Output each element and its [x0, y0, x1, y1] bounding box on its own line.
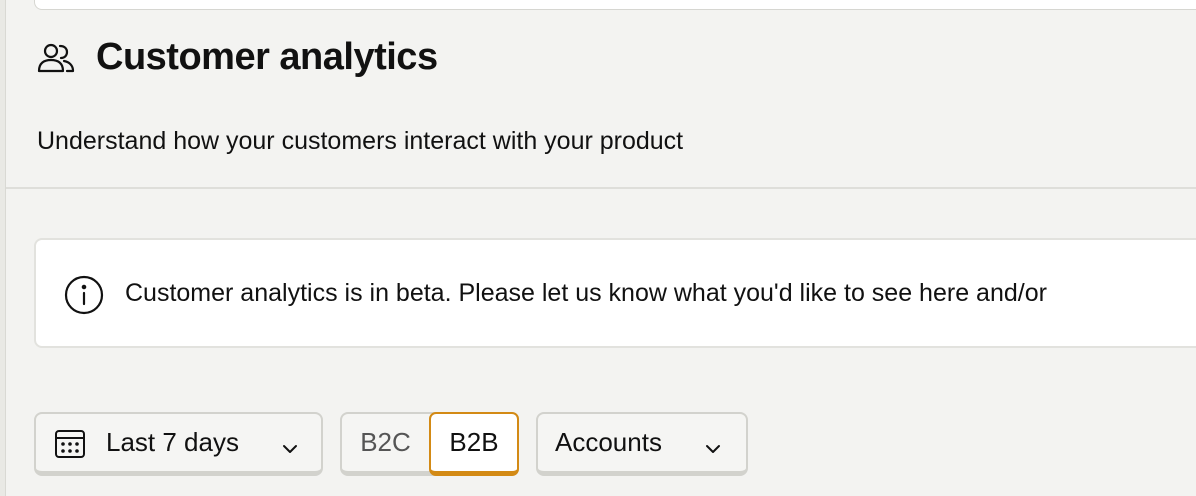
- beta-info-banner: Customer analytics is in beta. Please le…: [34, 238, 1196, 348]
- group-type-label: Accounts: [555, 427, 662, 457]
- banner-text: Customer analytics is in beta. Please le…: [125, 279, 1047, 307]
- header-divider: [6, 187, 1196, 189]
- toggle-option-b2b[interactable]: B2B: [429, 412, 519, 476]
- b2c-b2b-toggle: B2C B2B: [340, 412, 519, 476]
- previous-card: [34, 0, 1196, 10]
- chevron-down-icon: [704, 434, 722, 453]
- toggle-option-b2c[interactable]: B2C: [342, 414, 429, 471]
- info-icon: [64, 275, 104, 315]
- users-icon: [36, 38, 76, 78]
- page-header: Customer analytics: [36, 36, 438, 79]
- date-range-button[interactable]: Last 7 days: [34, 412, 323, 476]
- calendar-icon: [54, 427, 86, 459]
- page-title: Customer analytics: [96, 36, 438, 78]
- filter-bar: Last 7 days B2C B2B Accounts: [34, 412, 748, 476]
- date-range-label: Last 7 days: [106, 427, 239, 457]
- page-subtitle: Understand how your customers interact w…: [37, 127, 684, 155]
- left-sidebar-edge: [0, 0, 6, 496]
- chevron-down-icon: [281, 434, 299, 453]
- group-type-select[interactable]: Accounts: [536, 412, 748, 476]
